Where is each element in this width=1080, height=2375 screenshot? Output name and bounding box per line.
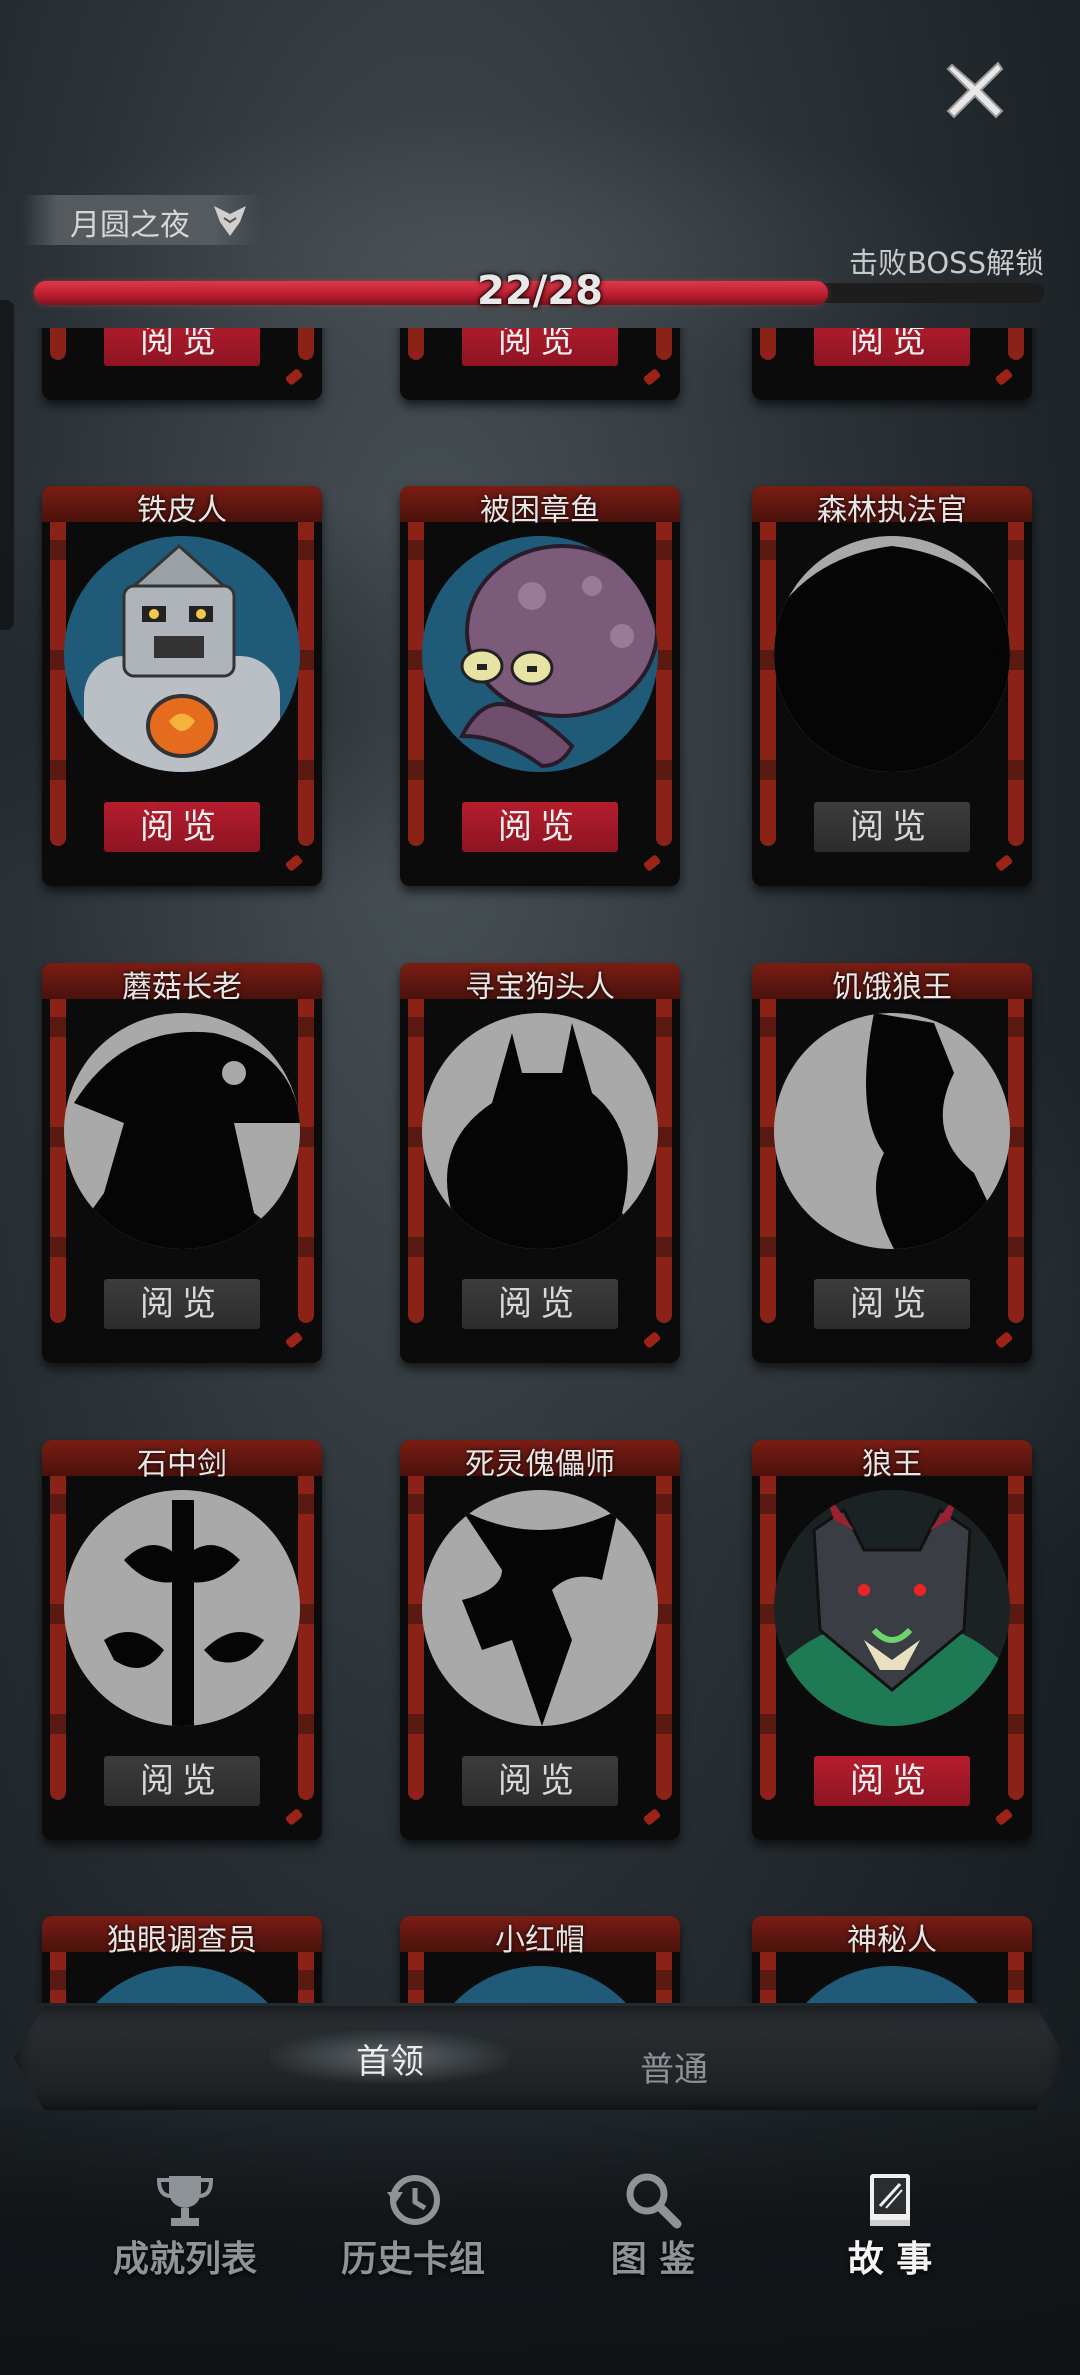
card-name: 死灵傀儡师 <box>465 1447 615 1482</box>
nav-story[interactable]: 故 事 <box>790 2170 990 2280</box>
card-name: 独眼调查员 <box>107 1923 257 1958</box>
read-button[interactable]: 阅览 <box>104 328 260 366</box>
card-name: 小红帽 <box>495 1923 585 1958</box>
card-name: 铁皮人 <box>137 493 227 528</box>
nav-label: 历史卡组 <box>340 2239 485 2280</box>
nav-label: 故 事 <box>847 2239 933 2280</box>
read-button[interactable]: 阅览 <box>814 328 970 366</box>
magnifier-icon <box>626 2173 682 2229</box>
story-card[interactable]: 饥饿狼王 阅览 <box>752 963 1032 1363</box>
category-tab-bar <box>14 2006 1066 2110</box>
tab-normal[interactable]: 普通 <box>640 2042 708 2091</box>
read-button[interactable]: 阅览 <box>462 1279 618 1329</box>
wolf-emblem-icon <box>214 206 246 236</box>
book-icon <box>870 2174 910 2226</box>
story-card[interactable]: 寻宝狗头人 阅览 <box>400 963 680 1363</box>
card-name: 寻宝狗头人 <box>465 970 615 1005</box>
card-name: 石中剑 <box>137 1447 227 1482</box>
card-partial-top: 阅览 <box>400 328 680 400</box>
silhouette-portrait <box>774 1013 1010 1249</box>
read-button[interactable]: 阅览 <box>814 1756 970 1806</box>
read-button[interactable]: 阅览 <box>814 1279 970 1329</box>
nav-achievements[interactable]: 成就列表 <box>85 2170 285 2280</box>
card-name: 饥饿狼王 <box>832 970 952 1005</box>
story-card[interactable]: 石中剑 阅览 <box>42 1440 322 1840</box>
read-button[interactable]: 阅览 <box>462 802 618 852</box>
silhouette-portrait <box>774 536 1010 772</box>
card-grid[interactable]: 阅览 阅览 阅览 铁皮人 阅览 被困章鱼 阅览 森林执法官 阅览 蘑菇长老 阅览… <box>0 328 1080 2003</box>
card-name: 狼王 <box>862 1447 922 1482</box>
read-button[interactable]: 阅览 <box>462 328 618 366</box>
card-name: 神秘人 <box>847 1923 937 1958</box>
tab-boss[interactable]: 首领 <box>356 2034 424 2083</box>
story-card[interactable]: 死灵傀儡师 阅览 <box>400 1440 680 1840</box>
read-button[interactable]: 阅览 <box>104 1756 260 1806</box>
story-card[interactable]: 狼王 阅览 <box>752 1440 1032 1840</box>
tin-man-portrait <box>64 536 300 772</box>
story-card-partial[interactable]: 神秘人 <box>752 1916 1032 2003</box>
trophy-icon <box>156 2176 214 2226</box>
read-button[interactable]: 阅览 <box>462 1756 618 1806</box>
silhouette-portrait <box>422 1490 658 1726</box>
silhouette-portrait <box>64 1013 300 1249</box>
nav-label: 图 鉴 <box>610 2239 696 2280</box>
story-card[interactable]: 被困章鱼 阅览 <box>400 486 680 886</box>
card-name: 被困章鱼 <box>480 493 600 528</box>
close-icon <box>946 61 1004 119</box>
history-icon <box>387 2175 440 2225</box>
chapter-label: 月圆之夜 <box>70 208 190 243</box>
story-card-partial[interactable]: 小红帽 <box>400 1916 680 2003</box>
wolf-king-portrait <box>774 1490 1010 1726</box>
silhouette-portrait <box>422 1013 658 1249</box>
octopus-portrait <box>422 536 658 772</box>
card-partial-top: 阅览 <box>752 328 1032 400</box>
story-card[interactable]: 蘑菇长老 阅览 <box>42 963 322 1363</box>
nav-codex[interactable]: 图 鉴 <box>553 2170 753 2280</box>
card-name: 森林执法官 <box>817 493 967 528</box>
silhouette-portrait <box>64 1490 300 1726</box>
story-card[interactable]: 森林执法官 阅览 <box>752 486 1032 886</box>
progress-text: 22/28 <box>477 268 603 314</box>
nav-label: 成就列表 <box>112 2239 257 2280</box>
story-card[interactable]: 铁皮人 阅览 <box>42 486 322 886</box>
read-button[interactable]: 阅览 <box>814 802 970 852</box>
card-name: 蘑菇长老 <box>122 970 242 1005</box>
nav-history-decks[interactable]: 历史卡组 <box>313 2170 513 2280</box>
close-button[interactable] <box>940 55 1010 125</box>
story-card-partial[interactable]: 独眼调查员 <box>42 1916 322 2003</box>
read-button[interactable]: 阅览 <box>104 802 260 852</box>
card-partial-top: 阅览 <box>42 328 322 400</box>
read-button[interactable]: 阅览 <box>104 1279 260 1329</box>
